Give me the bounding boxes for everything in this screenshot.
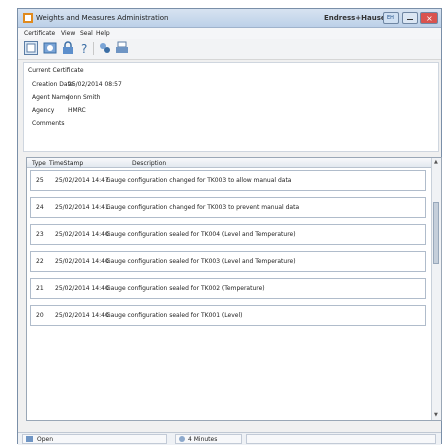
close-button[interactable]: ×: [420, 12, 438, 24]
row-timestamp: 25/02/2014 14:40: [55, 312, 109, 319]
menu-view[interactable]: View: [61, 30, 75, 37]
seal-icon[interactable]: [43, 41, 57, 55]
row-type: 23: [36, 231, 44, 238]
creation-date-value: 25/02/2014 08:57: [68, 81, 122, 88]
row-type: 22: [36, 258, 44, 265]
status-bar: Open 4 Minutes: [18, 432, 441, 445]
brand-tag-button[interactable]: EH: [383, 12, 399, 24]
agency-value: HMRC: [68, 107, 86, 114]
row-description: Gauge configuration sealed for TK003 (Le…: [106, 258, 296, 265]
row-type: 21: [36, 285, 44, 292]
title-bar: Weights and Measures Administration Endr…: [18, 9, 441, 28]
status-timer-panel: 4 Minutes: [175, 434, 242, 444]
row-timestamp: 25/02/2014 14:40: [55, 231, 109, 238]
header-description[interactable]: Description: [132, 160, 166, 167]
header-timestamp[interactable]: TimeStamp: [49, 160, 83, 167]
lock-icon[interactable]: [61, 41, 75, 55]
scroll-up-icon[interactable]: ▲: [434, 159, 438, 165]
table-row[interactable]: 25 25/02/2014 14:47 Gauge configuration …: [30, 170, 426, 191]
agent-name-value: Jonn Smith: [68, 94, 101, 101]
comments-label: Comments: [32, 120, 65, 127]
toolbar-divider: [93, 42, 94, 55]
row-description: Gauge configuration changed for TK003 to…: [106, 204, 300, 211]
menu-help[interactable]: Help: [96, 30, 110, 37]
row-timestamp: 25/02/2014 14:40: [55, 285, 109, 292]
close-icon: ×: [426, 14, 433, 23]
row-description: Gauge configuration sealed for TK004 (Le…: [106, 231, 296, 238]
status-open-panel[interactable]: Open: [22, 434, 167, 444]
row-description: Gauge configuration sealed for TK001 (Le…: [106, 312, 243, 319]
row-timestamp: 25/02/2014 14:40: [55, 258, 109, 265]
header-type[interactable]: Type: [32, 160, 46, 167]
toolbar: ?: [18, 39, 441, 60]
certificate-icon[interactable]: [24, 41, 38, 55]
agent-name-label: Agent Name: [32, 94, 70, 101]
key-icon[interactable]: ?: [78, 41, 92, 55]
row-timestamp: 25/02/2014 14:41: [55, 204, 109, 211]
brand-label: Endress+Hauser: [324, 14, 390, 22]
scroll-thumb[interactable]: [433, 202, 439, 264]
scroll-down-icon[interactable]: ▼: [434, 412, 438, 418]
agency-label: Agency: [32, 107, 55, 114]
row-timestamp: 25/02/2014 14:47: [55, 177, 109, 184]
table-row[interactable]: 24 25/02/2014 14:41 Gauge configuration …: [30, 197, 426, 218]
svg-text:?: ?: [81, 42, 87, 55]
row-description: Gauge configuration sealed for TK002 (Te…: [106, 285, 265, 292]
row-type: 25: [36, 177, 44, 184]
certificate-heading: Current Certificate: [28, 67, 84, 74]
table-row[interactable]: 22 25/02/2014 14:40 Gauge configuration …: [30, 251, 426, 272]
status-open-label: Open: [37, 436, 54, 443]
app-window: Weights and Measures Administration Endr…: [17, 8, 442, 445]
window-title: Weights and Measures Administration: [36, 14, 169, 22]
app-icon: [23, 13, 33, 23]
status-timer-label: 4 Minutes: [188, 436, 218, 443]
minimize-button[interactable]: [402, 12, 418, 24]
refresh-icon[interactable]: [98, 41, 112, 55]
grid-scrollbar[interactable]: ▲ ▼: [431, 158, 441, 420]
menu-bar: Certificate View Seal Help: [18, 28, 441, 39]
row-description: Gauge configuration changed for TK003 to…: [106, 177, 292, 184]
clock-icon: [179, 436, 185, 442]
menu-certificate[interactable]: Certificate: [24, 30, 55, 37]
row-type: 20: [36, 312, 44, 319]
events-grid: Type TimeStamp Description 25 25/02/2014…: [26, 157, 442, 421]
open-icon: [26, 436, 33, 442]
menu-seal[interactable]: Seal: [80, 30, 93, 37]
brand-tag-label: EH: [387, 15, 394, 21]
status-empty-panel: [246, 434, 436, 444]
grid-header: Type TimeStamp Description: [27, 158, 432, 168]
table-row[interactable]: 23 25/02/2014 14:40 Gauge configuration …: [30, 224, 426, 245]
minimize-icon: [407, 19, 413, 20]
certificate-panel: Current Certificate Creation Date 25/02/…: [23, 62, 439, 152]
row-type: 24: [36, 204, 44, 211]
table-row[interactable]: 21 25/02/2014 14:40 Gauge configuration …: [30, 278, 426, 299]
table-row[interactable]: 20 25/02/2014 14:40 Gauge configuration …: [30, 305, 426, 326]
print-icon[interactable]: [115, 41, 129, 55]
